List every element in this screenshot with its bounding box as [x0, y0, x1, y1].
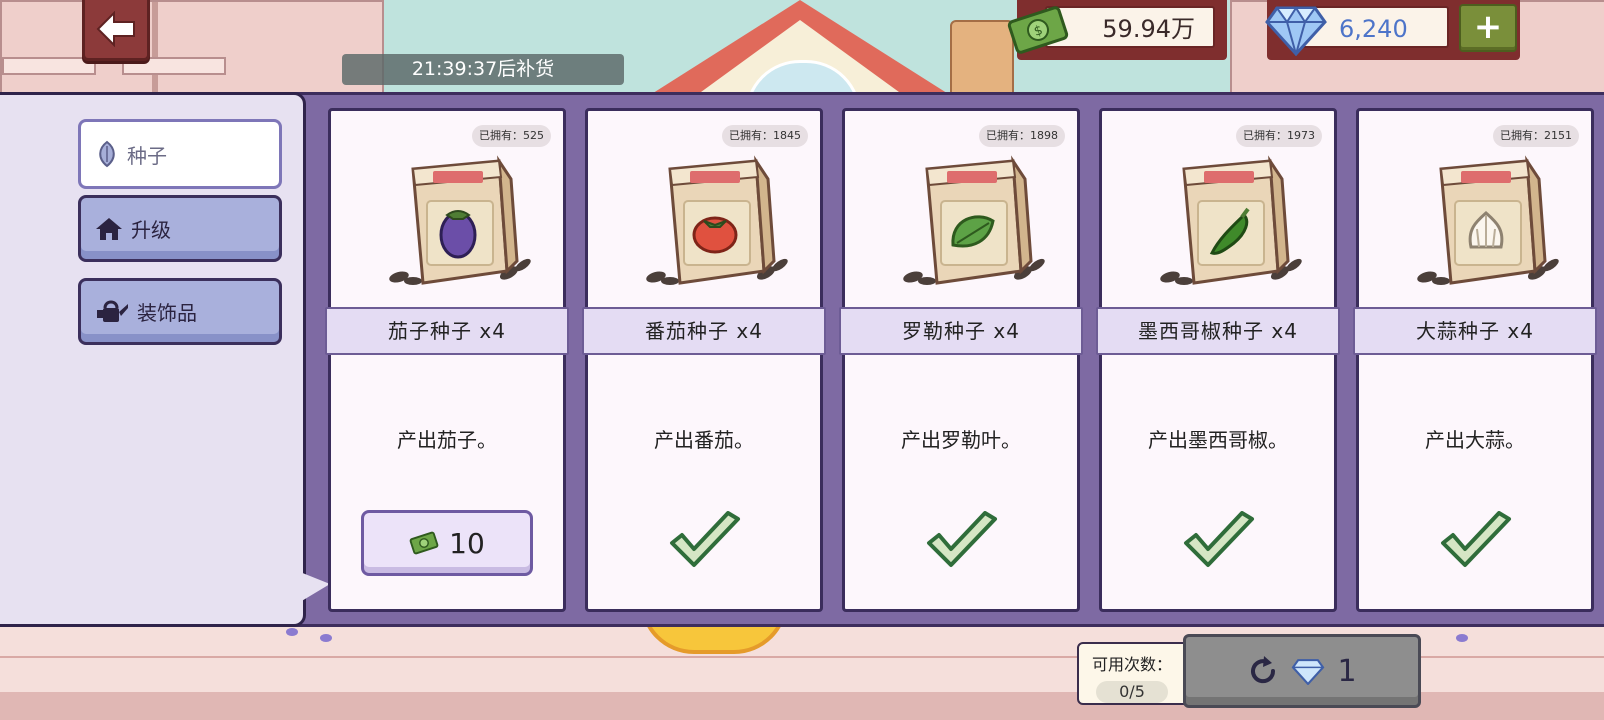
purchased-check-icon: [1441, 511, 1511, 567]
product-name: 茄子种子 x4: [325, 307, 569, 355]
product-card-eggplant[interactable]: 已拥有：525 茄子种子 x4 产出茄子。 10: [325, 108, 569, 612]
tab-seeds[interactable]: 种子: [78, 119, 282, 189]
purchased-check-icon: [927, 511, 997, 567]
tab-seeds-label: 种子: [127, 143, 167, 168]
owned-count-badge: 已拥有：2151: [1493, 125, 1579, 147]
product-card-garlic[interactable]: 已拥有：2151 大蒜种子 x4 产出大蒜。: [1353, 108, 1597, 612]
back-arrow-icon: [96, 11, 135, 47]
paw-print-icon: [320, 634, 332, 642]
refresh-uses-count: 0/5: [1096, 681, 1168, 703]
refresh-uses-label: 可用次数：: [1091, 655, 1172, 674]
tab-upgrades[interactable]: 升级: [78, 195, 282, 262]
money-amount: 59.94万: [1045, 6, 1215, 48]
product-name: 墨西哥椒种子 x4: [1096, 307, 1340, 355]
owned-count-badge: 已拥有：1973: [1236, 125, 1322, 147]
cash-icon: $: [1006, 4, 1070, 60]
paw-print-icon: [1456, 634, 1468, 642]
product-description: 产出罗勒叶。: [901, 428, 1021, 452]
purchased-check-icon: [670, 511, 740, 567]
owned-count-badge: 已拥有：1898: [979, 125, 1065, 147]
product-card-jalapeno[interactable]: 已拥有：1973 墨西哥椒种子 x4 产出墨西哥椒。: [1096, 108, 1340, 612]
tab-decorations[interactable]: 装饰品: [78, 278, 282, 345]
seed-icon: [99, 140, 115, 168]
category-sidebar: 种子 升级 装饰品: [0, 92, 306, 627]
product-description: 产出茄子。: [397, 428, 497, 452]
back-button[interactable]: [82, 0, 150, 61]
house-icon: [96, 217, 122, 240]
cash-icon: [409, 531, 439, 555]
product-description: 产出大蒜。: [1425, 428, 1525, 452]
price-value: 10: [449, 526, 485, 560]
owned-count-badge: 已拥有：525: [472, 125, 551, 147]
product-description: 产出番茄。: [654, 428, 754, 452]
refresh-icon: [1251, 656, 1276, 684]
product-card-tomato[interactable]: 已拥有：1845 番茄种子 x4 产出番茄。: [582, 108, 826, 612]
product-name: 罗勒种子 x4: [839, 307, 1083, 355]
add-gems-button[interactable]: +: [1459, 4, 1517, 52]
refresh-uses-panel: 可用次数： 0/5: [1077, 642, 1187, 705]
watering-can-icon: [97, 300, 128, 322]
diamond-icon: [1292, 659, 1325, 685]
purchased-check-icon: [1184, 511, 1254, 567]
tomato-seed-bag-icon: [646, 155, 788, 285]
jalapeno-seed-bag-icon: [1160, 155, 1302, 285]
product-description: 产出墨西哥椒。: [1148, 428, 1288, 452]
product-name: 番茄种子 x4: [582, 307, 826, 355]
diamond-icon: [1265, 2, 1327, 60]
basil-seed-bag-icon: [903, 155, 1045, 285]
owned-count-badge: 已拥有：1845: [722, 125, 808, 147]
refresh-shop-button[interactable]: 1: [1183, 634, 1421, 708]
product-name: 大蒜种子 x4: [1353, 307, 1597, 355]
buy-button[interactable]: 10: [361, 510, 533, 576]
tab-decorations-label: 装饰品: [137, 301, 197, 325]
eggplant-seed-bag-icon: [389, 155, 531, 285]
tab-upgrades-label: 升级: [131, 218, 171, 242]
restock-timer: 21:39:37后补货: [342, 54, 624, 85]
garlic-seed-bag-icon: [1417, 155, 1559, 285]
refresh-cost: 1: [1337, 653, 1357, 689]
product-card-basil[interactable]: 已拥有：1898 罗勒种子 x4 产出罗勒叶。: [839, 108, 1083, 612]
paw-print-icon: [286, 628, 298, 636]
